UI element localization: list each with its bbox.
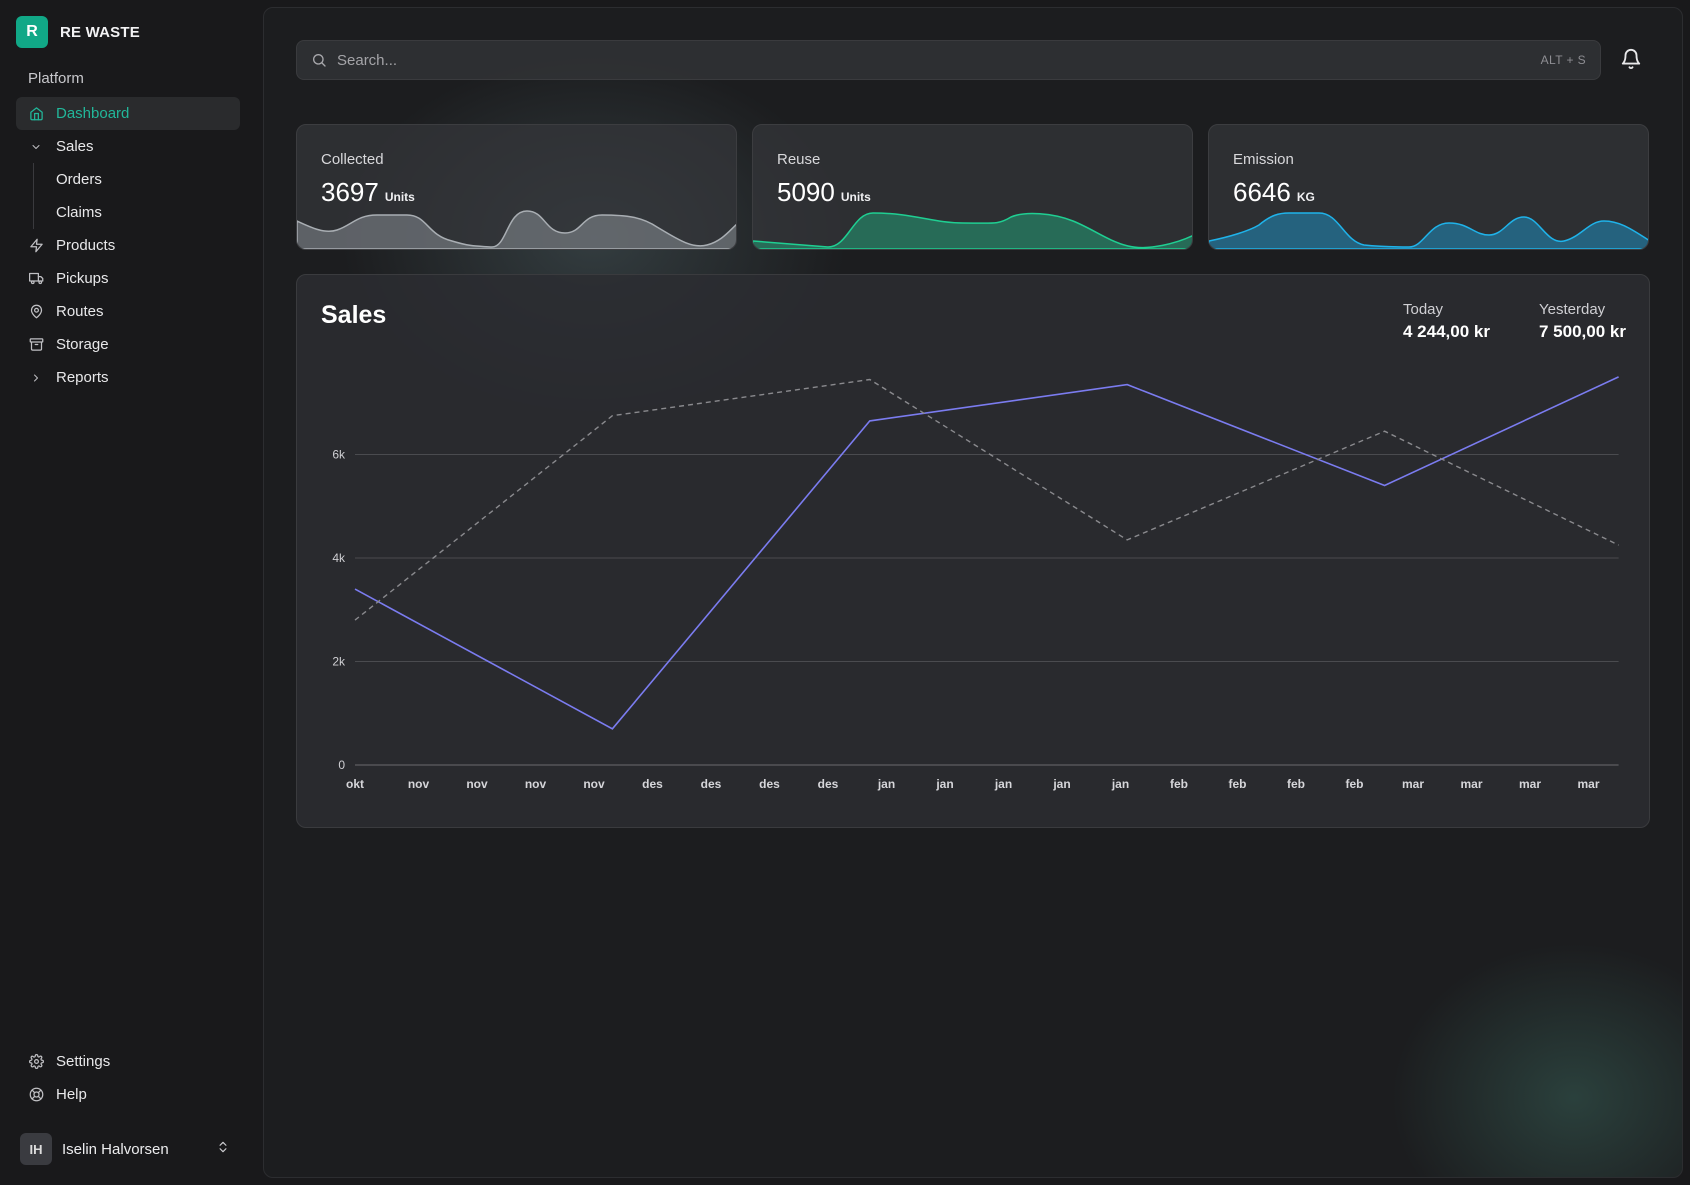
x-tick-label: mar [1519,777,1541,791]
x-tick-label: jan [935,777,953,791]
avatar: IH [20,1133,52,1165]
card-reuse[interactable]: Reuse 5090 Units [752,124,1193,250]
sidebar-bottom-nav: Settings Help [16,1045,240,1111]
sidebar-item-help[interactable]: Help [16,1078,240,1111]
sidebar-item-label: Orders [56,171,102,188]
x-tick-label: nov [583,777,605,791]
search-icon [311,52,327,68]
home-icon [28,106,44,122]
x-tick-label: nov [408,777,430,791]
sidebar-item-label: Products [56,237,116,254]
section-label-platform: Platform [28,70,84,87]
x-tick-label: jan [1052,777,1070,791]
card-title: Reuse [777,151,821,168]
x-tick-label: mar [1460,777,1482,791]
sidebar-item-label: Storage [56,336,109,353]
sidebar-item-label: Settings [56,1053,111,1070]
chevrons-up-down-icon [216,1140,230,1159]
sidebar-item-sales[interactable]: Sales [16,130,240,163]
sidebar-item-reports[interactable]: Reports [16,361,240,394]
y-tick-label: 6k [332,448,346,462]
sparkline-reuse [753,212,1192,249]
series-line-dashed [354,378,1619,621]
x-tick-label: jan [994,777,1012,791]
x-tick-label: des [759,777,780,791]
sidebar-item-products[interactable]: Products [16,229,240,262]
y-tick-label: 2k [332,655,346,669]
main-content: ALT + S Collected 3697 Units Reuse 5090 … [263,7,1683,1178]
x-tick-label: nov [525,777,547,791]
series-line-solid [354,376,1619,730]
search-bar[interactable]: ALT + S [296,40,1601,80]
sparkline-emission [1209,212,1648,249]
truck-icon [28,271,44,287]
sidebar-item-label: Routes [56,303,104,320]
x-tick-label: jan [877,777,895,791]
card-title: Emission [1233,151,1294,168]
sidebar-item-label: Reports [56,369,109,386]
brand-logo: R [16,16,48,48]
card-emission[interactable]: Emission 6646 KG [1208,124,1649,250]
x-tick-label: feb [1346,777,1364,791]
y-tick-label: 0 [338,758,345,772]
x-tick-label: des [642,777,663,791]
sparkline-collected [297,210,736,249]
search-input[interactable] [337,51,1531,69]
sales-line-chart: 0 2k 4k 6k okt nov nov nov nov des des des des jan jan… [332,376,1619,791]
sidebar-item-settings[interactable]: Settings [16,1045,240,1078]
sidebar: R RE WASTE Platform Dashboard Sales Orde… [0,0,263,1185]
x-tick-label: feb [1229,777,1247,791]
sidebar-item-routes[interactable]: Routes [16,295,240,328]
x-tick-label: des [818,777,839,791]
user-menu[interactable]: IH Iselin Halvorsen [20,1133,230,1165]
chevron-right-icon [28,370,44,386]
sidebar-item-dashboard[interactable]: Dashboard [16,97,240,130]
gear-icon [28,1054,44,1070]
x-tick-label: feb [1170,777,1188,791]
sidebar-item-label: Dashboard [56,105,130,122]
sidebar-item-label: Sales [56,138,94,155]
sales-subnav: Orders Claims [33,163,240,229]
sidebar-item-pickups[interactable]: Pickups [16,262,240,295]
sidebar-item-claims[interactable]: Claims [34,196,240,229]
archive-icon [28,337,44,353]
sales-panel: Sales Today 4 244,00 kr Yesterday 7 500,… [296,274,1650,828]
chevron-down-icon [28,139,44,155]
x-tick-label: nov [466,777,488,791]
card-title: Collected [321,151,384,168]
bell-icon[interactable] [1620,48,1644,72]
sidebar-nav: Dashboard Sales Orders Claims Products P… [16,97,240,394]
x-tick-label: mar [1577,777,1599,791]
sidebar-item-label: Claims [56,204,102,221]
zap-icon [28,238,44,254]
sidebar-item-orders[interactable]: Orders [34,163,240,196]
y-tick-label: 4k [332,551,346,565]
stat-cards: Collected 3697 Units Reuse 5090 Units Em… [296,124,1650,250]
sidebar-item-storage[interactable]: Storage [16,328,240,361]
map-pin-icon [28,304,44,320]
sidebar-item-label: Help [56,1086,87,1103]
x-tick-label: mar [1402,777,1424,791]
x-tick-label: feb [1287,777,1305,791]
brand-name: RE WASTE [60,23,140,41]
search-shortcut: ALT + S [1540,53,1586,67]
user-name: Iselin Halvorsen [62,1140,169,1158]
x-tick-label: des [701,777,722,791]
lifebuoy-icon [28,1087,44,1103]
x-tick-label: jan [1111,777,1129,791]
sidebar-item-label: Pickups [56,270,109,287]
x-tick-label: okt [346,777,364,791]
card-collected[interactable]: Collected 3697 Units [296,124,737,250]
brand[interactable]: R RE WASTE [16,16,140,48]
